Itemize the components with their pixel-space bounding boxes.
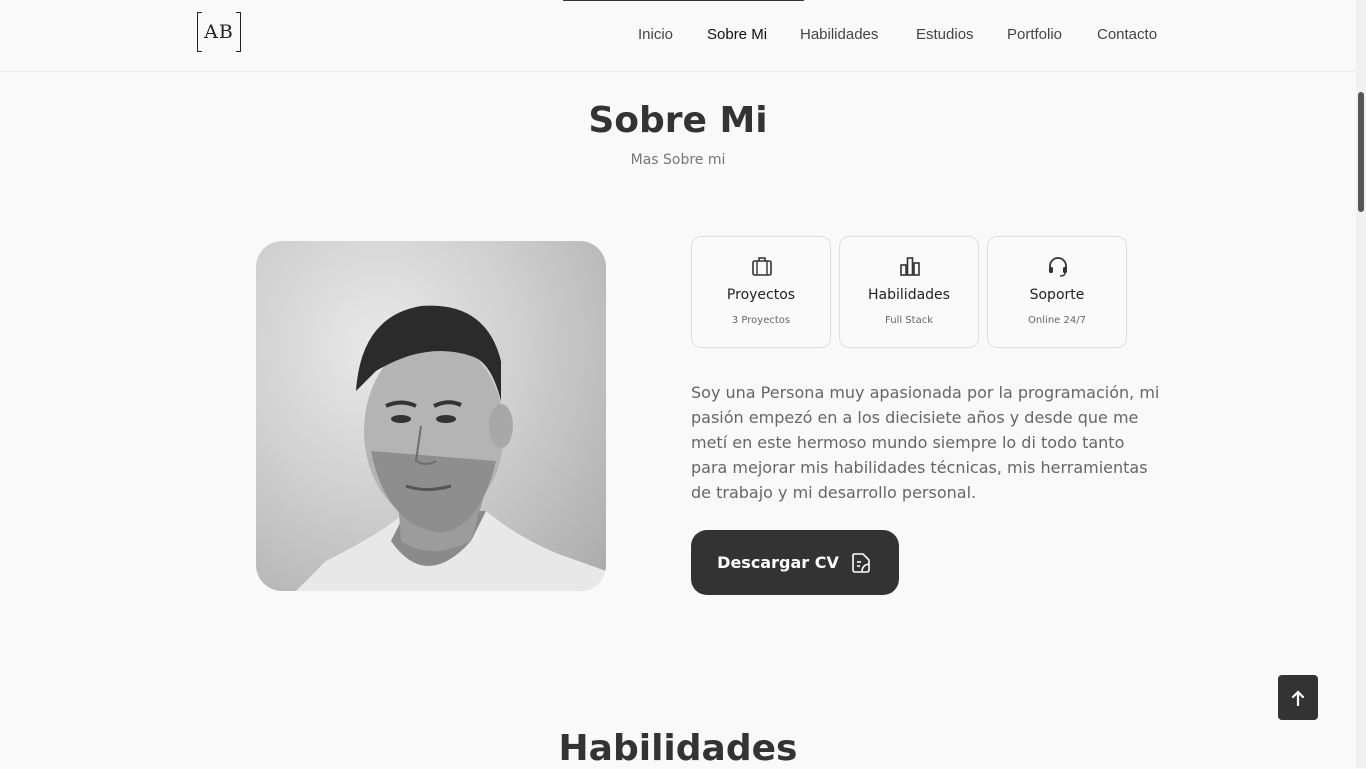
section-subtitle: Mas Sobre mi xyxy=(630,152,726,168)
nav-sobre-mi[interactable]: Sobre Mi xyxy=(707,26,767,43)
nav-estudios[interactable]: Estudios xyxy=(916,26,974,43)
briefcase-icon xyxy=(752,257,772,276)
card-subtitle: Online 24/7 xyxy=(1028,315,1086,326)
card-title: Habilidades xyxy=(868,287,950,303)
about-description: Soy una Persona muy apasionada por la pr… xyxy=(691,383,1160,502)
nav-portfolio[interactable]: Portfolio xyxy=(1007,26,1062,43)
headset-icon xyxy=(1049,257,1067,277)
site-header: AB Inicio Sobre Mi Habilidades Estudios … xyxy=(0,0,1356,72)
scrollbar-thumb[interactable] xyxy=(1358,92,1364,212)
card-title: Soporte xyxy=(1029,287,1085,303)
card-subtitle: Full Stack xyxy=(885,315,933,326)
card-habilidades: Habilidades Full Stack xyxy=(839,236,979,348)
nav-contacto[interactable]: Contacto xyxy=(1097,26,1157,43)
logo-bracket-left xyxy=(197,12,202,52)
next-section-title: Habilidades xyxy=(558,728,798,769)
bar-chart-icon xyxy=(900,257,920,276)
download-cv-button[interactable]: Descargar CV xyxy=(691,530,899,595)
profile-photo xyxy=(256,241,606,591)
top-progress-indicator xyxy=(563,0,804,1)
cv-button-label: Descargar CV xyxy=(717,553,839,572)
arrow-up-icon xyxy=(1291,689,1305,706)
section-title: Sobre Mi xyxy=(588,100,768,141)
nav-habilidades[interactable]: Habilidades xyxy=(800,26,878,43)
card-proyectos: Proyectos 3 Proyectos xyxy=(691,236,831,348)
card-title: Proyectos xyxy=(726,287,796,303)
logo-bracket-right xyxy=(236,12,241,52)
nav-inicio[interactable]: Inicio xyxy=(638,26,673,43)
logo[interactable]: AB xyxy=(197,12,241,52)
document-icon xyxy=(852,552,870,573)
card-subtitle: 3 Proyectos xyxy=(731,315,791,326)
logo-text: AB xyxy=(204,21,234,43)
scroll-top-button[interactable] xyxy=(1278,675,1318,720)
card-soporte: Soporte Online 24/7 xyxy=(987,236,1127,348)
